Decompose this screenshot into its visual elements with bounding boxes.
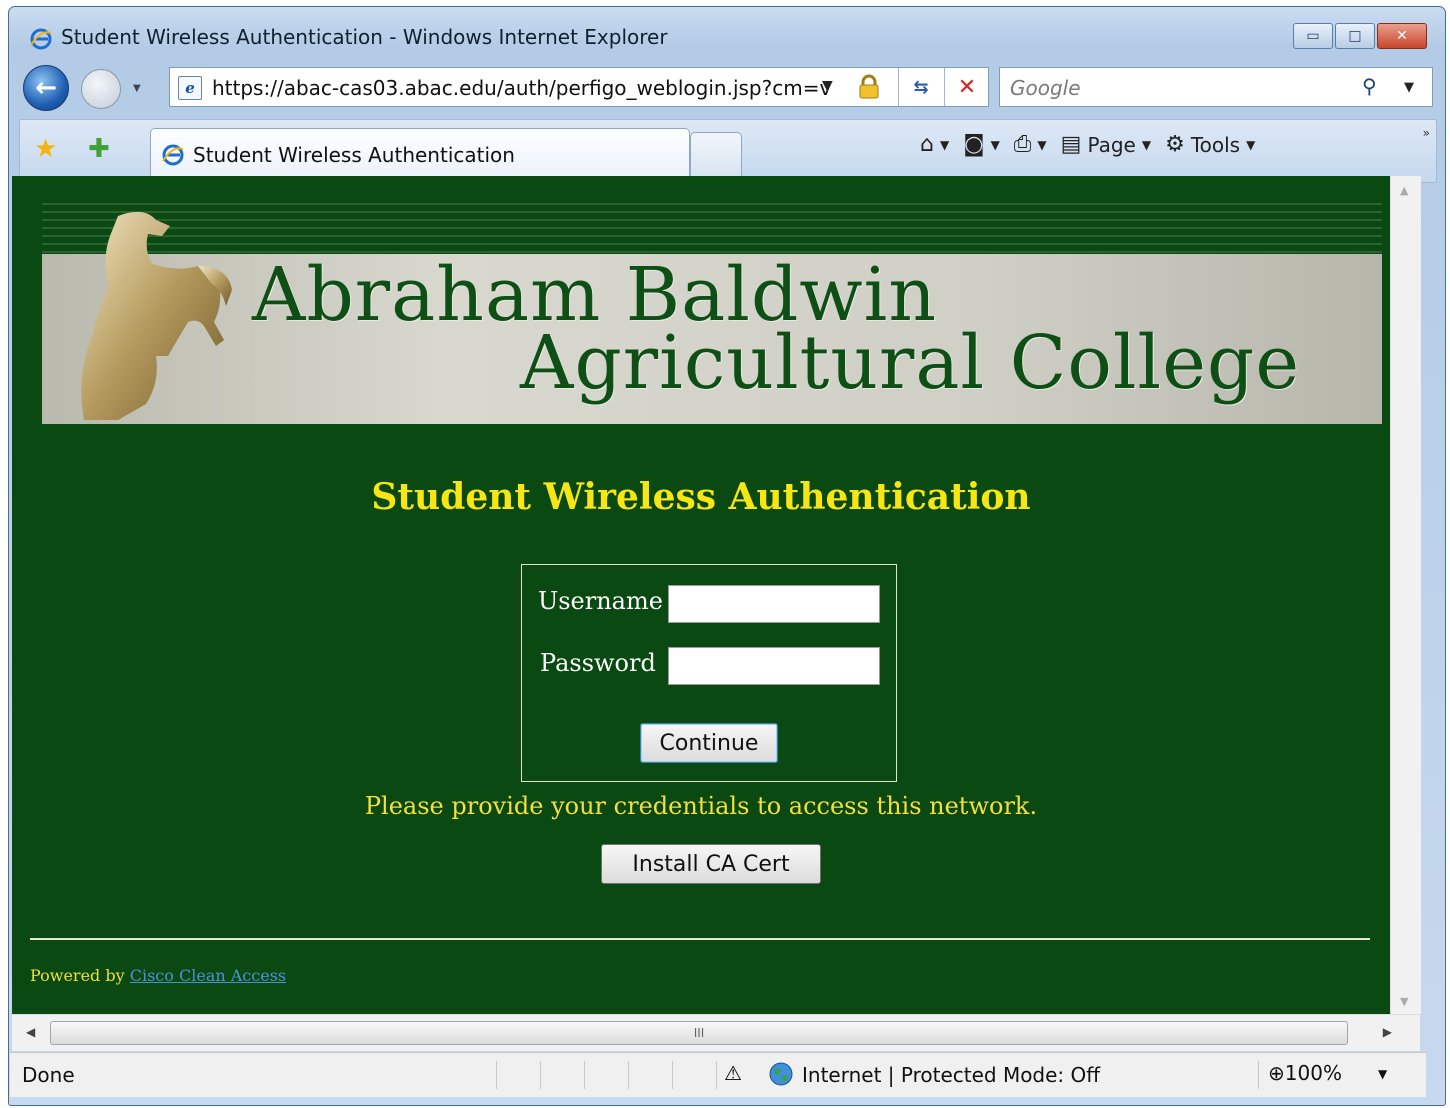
continue-button[interactable]: Continue	[640, 723, 778, 763]
tools-gear-icon: ⚙	[1165, 132, 1185, 157]
feeds-button[interactable]: ◙ ▼	[963, 132, 1000, 157]
feeds-icon: ◙	[963, 132, 985, 157]
username-field[interactable]	[668, 585, 880, 623]
security-warning-icon[interactable]: ⚠	[724, 1061, 742, 1085]
zoom-level[interactable]: ⊕100%	[1268, 1061, 1342, 1085]
password-field[interactable]	[668, 647, 880, 685]
chevron-down-icon: ▼	[990, 137, 1000, 152]
globe-icon	[769, 1062, 793, 1086]
close-button[interactable]: ✕	[1377, 23, 1427, 49]
page-menu[interactable]: ▤ Page ▼	[1061, 132, 1151, 157]
scroll-down-icon[interactable]: ▼	[1400, 995, 1408, 1008]
banner-title-line2: Agricultural College	[520, 320, 1301, 406]
back-button[interactable]: ←	[23, 65, 69, 111]
address-bar[interactable]: e https://abac-cas03.abac.edu/auth/perfi…	[169, 67, 989, 107]
title-bar: Student Wireless Authentication - Window…	[9, 7, 1445, 63]
password-label: Password	[540, 649, 656, 677]
address-text[interactable]: https://abac-cas03.abac.edu/auth/perfigo…	[212, 76, 831, 100]
search-input[interactable]	[1008, 74, 1352, 102]
tab-student-wireless[interactable]: Student Wireless Authentication	[150, 128, 690, 181]
print-icon: ⎙	[1013, 132, 1032, 157]
footer-divider	[30, 938, 1370, 940]
favorites-star-icon[interactable]: ★	[34, 134, 57, 164]
cisco-clean-access-link[interactable]: Cisco Clean Access	[130, 966, 286, 985]
horizontal-scroll-thumb[interactable]: III	[50, 1021, 1348, 1045]
home-button[interactable]: ⌂ ▼	[920, 132, 949, 157]
status-bar: Done ⚠ Internet | Protected Mode: Off ⊕1…	[10, 1052, 1426, 1097]
new-tab-button[interactable]	[690, 132, 742, 179]
page-title: Student Wireless Authentication	[371, 476, 1031, 518]
chevron-down-icon: ▼	[939, 137, 950, 152]
zoom-icon: ⊕	[1268, 1061, 1285, 1085]
navigation-bar: ← → ▼ e https://abac-cas03.abac.edu/auth…	[9, 63, 1445, 113]
tab-label: Student Wireless Authentication	[193, 143, 515, 167]
chevron-down-icon: ▼	[1141, 137, 1152, 152]
security-zone[interactable]: Internet | Protected Mode: Off	[802, 1063, 1100, 1087]
powered-by: Powered by Cisco Clean Access	[30, 966, 286, 985]
stop-button[interactable]: ✕	[944, 68, 989, 106]
horizontal-scrollbar[interactable]: ◀ III ▶	[12, 1014, 1420, 1051]
zoom-value: 100%	[1284, 1061, 1342, 1085]
forward-icon: →	[92, 77, 110, 101]
address-dropdown[interactable]: ▼	[822, 78, 833, 94]
search-options-dropdown[interactable]: ▼	[1404, 80, 1414, 95]
scroll-left-icon[interactable]: ◀	[26, 1025, 35, 1039]
page-menu-label: Page	[1087, 132, 1136, 157]
lock-icon[interactable]	[856, 74, 882, 100]
maximize-button[interactable]: □	[1335, 23, 1375, 49]
tools-menu-label: Tools	[1190, 132, 1241, 157]
chevron-down-icon: ▼	[1037, 137, 1047, 152]
toolbar-overflow-icon[interactable]: »	[1423, 126, 1430, 140]
page-ie-icon: e	[178, 76, 202, 100]
zoom-dropdown[interactable]: ▼	[1378, 1067, 1387, 1081]
search-icon[interactable]: ⚲	[1362, 74, 1377, 98]
chevron-down-icon: ▼	[1246, 137, 1256, 152]
minimize-button[interactable]: ▭	[1293, 23, 1333, 49]
scroll-up-icon[interactable]: ▲	[1400, 184, 1408, 197]
login-form: Username Password Continue	[521, 564, 897, 782]
home-icon: ⌂	[920, 132, 934, 157]
page-content: Abraham Baldwin Agricultural College Stu…	[12, 176, 1390, 1014]
username-label: Username	[538, 587, 663, 615]
credentials-message: Please provide your credentials to acces…	[364, 792, 1038, 820]
add-favorites-icon[interactable]: ✚	[88, 134, 110, 164]
page-icon: ▤	[1060, 132, 1082, 157]
tools-menu[interactable]: ⚙ Tools ▼	[1165, 132, 1255, 157]
recent-pages-dropdown[interactable]: ▼	[133, 83, 141, 94]
ie-logo-icon	[30, 28, 52, 50]
powered-by-label: Powered by	[30, 966, 125, 985]
search-box[interactable]: ⚲ ▼	[999, 67, 1433, 107]
ie-logo-icon	[162, 144, 184, 166]
vertical-scrollbar[interactable]: ▲ ▼	[1390, 176, 1421, 1014]
back-icon: ←	[35, 73, 57, 103]
window-title: Student Wireless Authentication - Window…	[61, 25, 668, 49]
refresh-icon: ⇆	[913, 76, 929, 98]
install-ca-cert-button[interactable]: Install CA Cert	[601, 844, 821, 884]
print-button[interactable]: ⎙ ▼	[1014, 132, 1047, 157]
scroll-right-icon[interactable]: ▶	[1383, 1025, 1392, 1039]
refresh-button[interactable]: ⇆	[898, 68, 943, 106]
tab-bar: ★ ✚ Student Wireless Authentication ⌂ ▼ ◙…	[19, 119, 1437, 183]
stop-icon: ✕	[957, 74, 977, 100]
stallion-statue-logo	[81, 211, 232, 420]
forward-button[interactable]: →	[81, 69, 121, 109]
status-text: Done	[22, 1063, 75, 1087]
